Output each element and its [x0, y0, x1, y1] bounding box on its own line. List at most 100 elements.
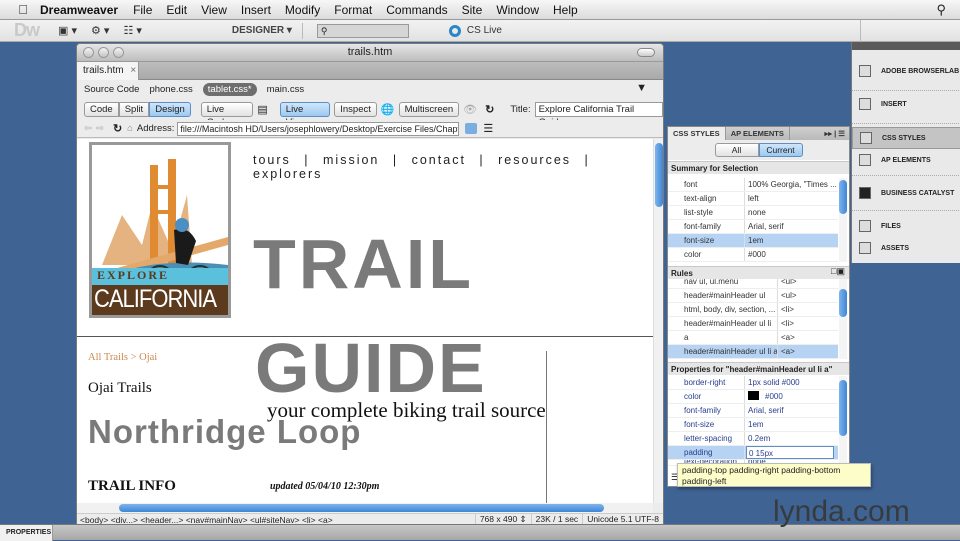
tag-selector[interactable]: <body> <div...> <header...> <nav#mainNav…	[80, 515, 333, 525]
property-row[interactable]: font-family Arial, serif	[668, 404, 838, 418]
summary-row[interactable]: color #000	[668, 248, 838, 262]
inspect-button[interactable]: Inspect	[334, 101, 377, 117]
scroll-thumb[interactable]	[655, 143, 663, 207]
design-view-canvas[interactable]: EXPLORE CALIFORNIA tours | mission | con…	[77, 139, 653, 503]
spotlight-search-icon[interactable]: ⚲	[936, 2, 946, 18]
property-row-editing[interactable]: padding 0 15px	[668, 446, 838, 460]
rule-view-icons[interactable]: □▣	[831, 266, 845, 277]
nav-link-resources[interactable]: resources	[498, 153, 571, 167]
site-menu-icon[interactable]: ☷ ▾	[123, 24, 141, 37]
extend-gear-icon[interactable]: ⚙ ▾	[91, 24, 109, 37]
multiscreen-button[interactable]: Multiscreen	[398, 101, 460, 117]
menu-view[interactable]: View	[194, 3, 234, 17]
scroll-thumb[interactable]	[839, 380, 847, 436]
property-value[interactable]: #000	[765, 392, 783, 401]
summary-row[interactable]: text-align left	[668, 192, 838, 206]
summary-row[interactable]: font-family Arial, serif	[668, 220, 838, 234]
apple-menu-icon[interactable]: 	[10, 2, 36, 17]
check-browser-compat-icon[interactable]: ▤	[257, 103, 267, 116]
toolbar-toggle-button[interactable]	[637, 48, 655, 57]
filter-icon[interactable]: ▼	[636, 82, 647, 94]
rules-scrollbar[interactable]	[839, 279, 847, 359]
refresh-icon[interactable]: ↻	[485, 103, 494, 116]
tab-css-styles[interactable]: CSS STYLES	[668, 127, 726, 140]
address-input[interactable]: file:///Macintosh HD/Users/josephlowery/…	[177, 121, 460, 136]
dock-item-insert[interactable]: INSERT	[852, 93, 960, 115]
scroll-thumb[interactable]	[839, 289, 847, 317]
dock-item-ap-elements[interactable]: AP ELEMENTS	[852, 149, 960, 171]
nav-link-mission[interactable]: mission	[323, 153, 379, 167]
rule-row[interactable]: a <a>	[668, 331, 838, 345]
breadcrumb[interactable]: All Trails > Ojai	[88, 352, 157, 363]
split-view-button[interactable]: Split	[118, 101, 150, 117]
dock-header[interactable]	[852, 42, 960, 50]
property-row[interactable]: letter-spacing 0.2em	[668, 432, 838, 446]
padding-value-input[interactable]: 0 15px	[746, 446, 834, 459]
menu-edit[interactable]: Edit	[159, 3, 194, 17]
vertical-scrollbar[interactable]	[653, 139, 663, 503]
horizontal-scrollbar[interactable]	[77, 503, 653, 513]
related-phone-css[interactable]: phone.css	[149, 84, 192, 95]
property-value[interactable]: 1em	[745, 418, 764, 431]
property-value[interactable]: Arial, serif	[745, 404, 784, 417]
scroll-thumb[interactable]	[839, 180, 847, 214]
nav-link-contact[interactable]: contact	[412, 153, 466, 167]
property-value[interactable]: 1px solid #000	[745, 376, 800, 389]
dock-item-assets[interactable]: ASSETS	[852, 237, 960, 259]
summary-row[interactable]: list-style none	[668, 206, 838, 220]
menu-site[interactable]: Site	[455, 3, 490, 17]
all-mode-button[interactable]: All	[714, 143, 759, 157]
current-mode-button[interactable]: Current	[758, 143, 803, 157]
workspace-switcher[interactable]: DESIGNER ▾	[232, 25, 292, 36]
menu-modify[interactable]: Modify	[278, 3, 327, 17]
live-view-button[interactable]: Live View	[279, 101, 331, 128]
design-view-button[interactable]: Design	[149, 101, 191, 117]
menu-format[interactable]: Format	[327, 3, 379, 17]
menu-help[interactable]: Help	[546, 3, 585, 17]
rule-row[interactable]: header#mainHeader ul <ul>	[668, 289, 838, 303]
document-title-bar[interactable]: trails.htm	[77, 44, 663, 62]
address-dropdown-button[interactable]	[465, 123, 478, 134]
color-swatch[interactable]	[748, 391, 759, 400]
related-tablet-css[interactable]: tablet.css*	[202, 82, 257, 96]
preview-in-browser-icon[interactable]: 🌐	[381, 103, 395, 116]
panel-menu-icon[interactable]: ▸▸ | ☰	[820, 127, 849, 140]
related-main-css[interactable]: main.css	[267, 84, 304, 95]
dock-item-browserlab[interactable]: ADOBE BROWSERLAB	[852, 60, 960, 82]
nav-link-explorers[interactable]: explorers	[253, 167, 322, 181]
tab-trails-htm[interactable]: trails.htm ×	[77, 62, 139, 80]
reload-icon[interactable]: ↻	[113, 122, 122, 135]
property-row[interactable]: color #000	[668, 390, 838, 404]
properties-tab[interactable]: PROPERTIES	[0, 525, 53, 541]
menu-insert[interactable]: Insert	[234, 3, 278, 17]
code-view-button[interactable]: Code	[84, 101, 119, 117]
rule-row[interactable]: header#mainHeader ul li <li>	[668, 317, 838, 331]
live-code-button[interactable]: Live Code	[200, 101, 254, 128]
rule-row-selected[interactable]: header#mainHeader ul li a <a>	[668, 345, 838, 359]
cs-live-button[interactable]: CS Live	[448, 24, 502, 37]
close-tab-icon[interactable]: ×	[130, 65, 136, 76]
dock-item-business-catalyst[interactable]: BUSINESS CATALYST	[852, 182, 960, 204]
menu-app-name[interactable]: Dreamweaver	[36, 3, 126, 17]
home-icon[interactable]: ⌂	[127, 123, 133, 134]
properties-scrollbar[interactable]	[839, 376, 847, 468]
rule-row[interactable]: nav ul, ul.menu <ul>	[668, 279, 838, 289]
dock-item-files[interactable]: FILES	[852, 215, 960, 237]
visual-aids-icon[interactable]: 👁	[463, 103, 477, 116]
summary-row[interactable]: font 100% Georgia, "Times ...	[668, 178, 838, 192]
property-row[interactable]: font-size 1em	[668, 418, 838, 432]
menu-commands[interactable]: Commands	[379, 3, 454, 17]
layout-menu-icon[interactable]: ▣ ▾	[58, 24, 77, 37]
nav-link-tours[interactable]: tours	[253, 153, 291, 167]
forward-icon[interactable]: ⇨	[96, 123, 104, 134]
summary-scrollbar[interactable]	[839, 178, 847, 262]
menu-window[interactable]: Window	[489, 3, 546, 17]
summary-row-selected[interactable]: font-size 1em	[668, 234, 838, 248]
property-value[interactable]: 0.2em	[745, 432, 770, 445]
property-row[interactable]: border-right 1px solid #000	[668, 376, 838, 390]
tab-ap-elements[interactable]: AP ELEMENTS	[726, 127, 790, 140]
rule-row[interactable]: html, body, div, section, ... <li>	[668, 303, 838, 317]
scroll-thumb[interactable]	[119, 504, 604, 512]
back-icon[interactable]: ⇦	[84, 123, 92, 134]
dock-item-css-styles[interactable]: CSS STYLES	[852, 127, 960, 149]
